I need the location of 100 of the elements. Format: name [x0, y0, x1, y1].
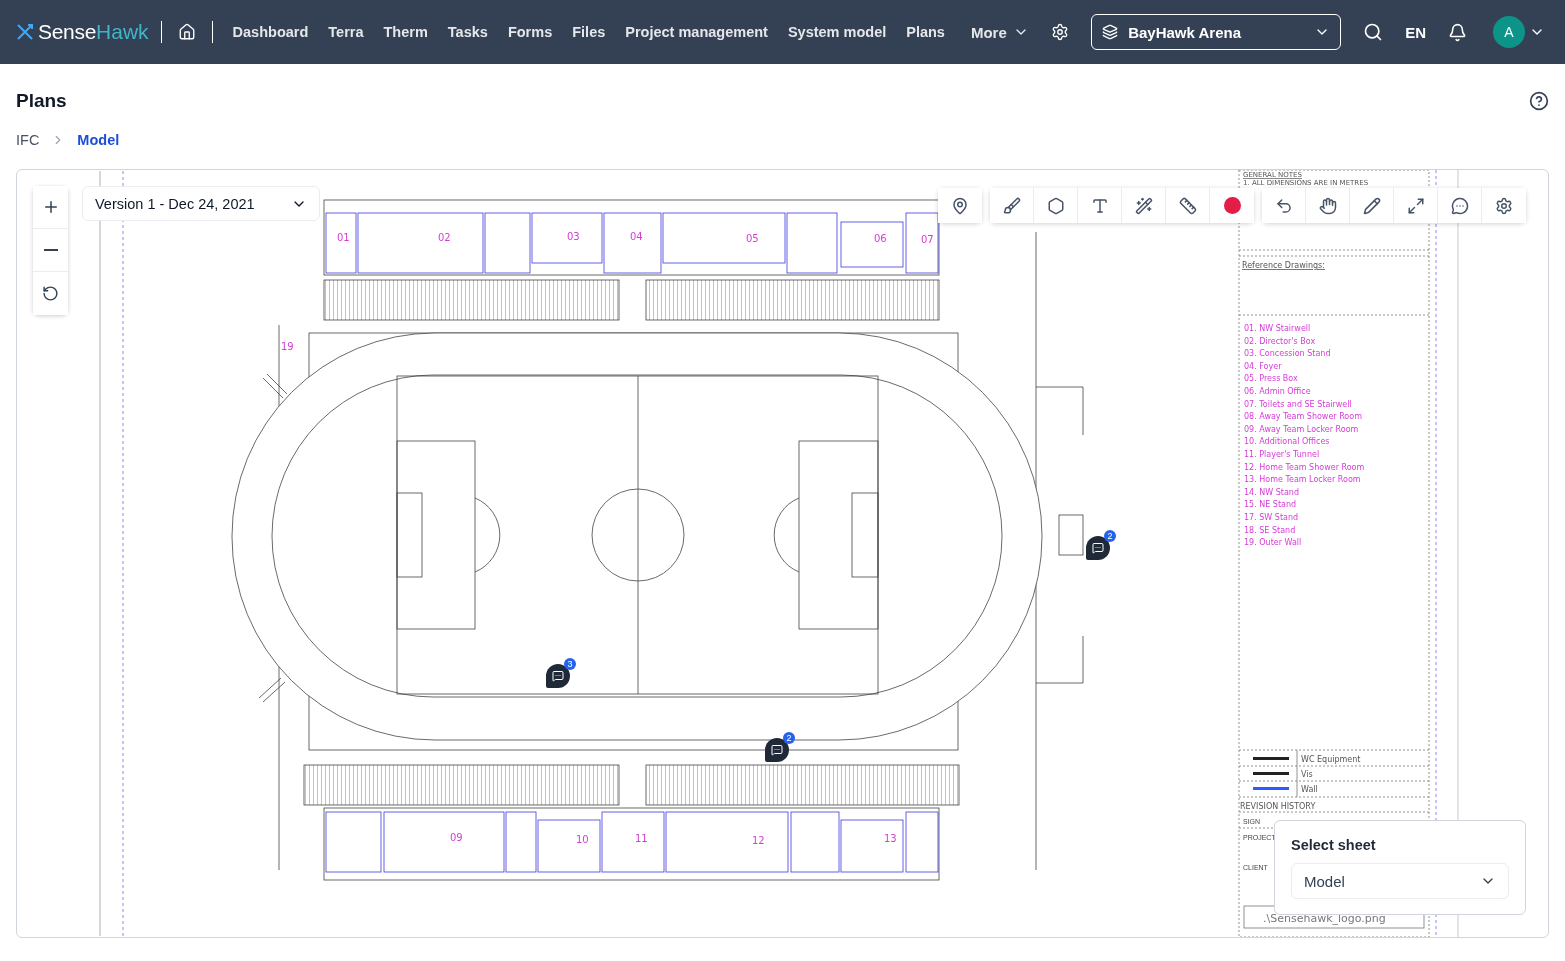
ruler-tool[interactable] [1166, 188, 1210, 223]
language-button[interactable]: EN [1405, 23, 1426, 41]
comment-count: 2 [1104, 530, 1116, 542]
legend-entry: 10. Additional Offices [1244, 437, 1330, 447]
nav-link[interactable]: Files [572, 24, 606, 40]
legend-entry: 19. Outer Wall [1244, 538, 1302, 548]
sheet-label: Select sheet [1291, 837, 1377, 853]
line-type-label: WC Equipment [1301, 755, 1361, 764]
legend-entry: 17. SW Stand [1244, 513, 1299, 522]
undo-icon [1274, 196, 1293, 215]
nav-link[interactable]: Therm [383, 24, 428, 40]
legend-entry: 09. Away Team Locker Room [1244, 424, 1359, 434]
reference-heading: Reference Drawings: [1242, 261, 1325, 270]
chat-icon [1092, 542, 1104, 554]
avatar: A [1493, 16, 1525, 48]
line-type-label: Wall [1301, 785, 1318, 794]
filled-circle-icon [1223, 197, 1241, 214]
legend-entry: 05. Press Box [1244, 374, 1298, 384]
chat-icon [552, 670, 564, 682]
minus-icon [43, 249, 58, 251]
nav-link[interactable]: Dashboard [232, 24, 309, 40]
nav-link[interactable]: Tasks [447, 24, 488, 40]
text-icon [1090, 196, 1109, 215]
location-pin-tool[interactable] [938, 188, 982, 223]
legend-entry: 12. Home Team Shower Room [1244, 462, 1365, 472]
sheet-dropdown[interactable]: Model [1291, 863, 1509, 899]
breadcrumb-link[interactable]: Model [77, 132, 120, 148]
room-number: 05 [746, 233, 759, 244]
room-number: 10 [576, 834, 589, 845]
legend-entry: 13. Home Team Locker Room [1244, 475, 1361, 485]
color-picker[interactable] [1210, 188, 1254, 223]
brush-tool[interactable] [990, 188, 1034, 223]
logo-text: SenseHawk [38, 20, 149, 44]
legend-entry: 14. NW Stand [1244, 487, 1299, 497]
settings-button[interactable] [1482, 188, 1526, 223]
account-menu-button[interactable]: A [1489, 12, 1549, 52]
pencil-icon [1362, 196, 1381, 215]
bell-icon [1448, 22, 1467, 42]
nav-link[interactable]: System model [787, 24, 887, 40]
logo-mark-icon [16, 23, 34, 41]
room-number: 03 [567, 231, 580, 242]
room-number: 19 [281, 341, 294, 352]
legend-entry: 15. NE Stand [1244, 500, 1297, 510]
undo-button[interactable] [1262, 188, 1306, 223]
legend-entry: 01. NW Stairwell [1244, 324, 1311, 333]
pencil-tool[interactable] [1350, 188, 1394, 223]
hexagon-tool[interactable] [1034, 188, 1078, 223]
text-tool[interactable] [1078, 188, 1122, 223]
room-number: 09 [450, 832, 463, 843]
room-number: 07 [921, 234, 934, 245]
expand-icon [1406, 196, 1425, 215]
chat-icon [1450, 196, 1469, 215]
hand-icon [1318, 196, 1337, 215]
more-menu-button[interactable]: More [964, 22, 1035, 42]
fullscreen-button[interactable] [1394, 188, 1438, 223]
logo-file-name: .\Sensehawk_logo.png [1263, 912, 1386, 925]
nav-link[interactable]: Terra [328, 24, 364, 40]
settings-icon [1051, 23, 1070, 41]
legend-entry: 04. Foyer [1244, 361, 1282, 371]
comment-pin[interactable] [1086, 536, 1110, 560]
legend-entry: 11. Player's Tunnel [1244, 450, 1320, 459]
project-selector[interactable]: BayHawk Arena [1091, 14, 1342, 50]
brush-icon [1002, 196, 1021, 215]
room-number: 11 [635, 833, 648, 844]
pan-tool[interactable] [1306, 188, 1350, 223]
search-icon [1363, 22, 1384, 42]
legend-entry: 07. Toilets and SE Stairwell [1244, 399, 1352, 409]
room-number: 04 [630, 231, 643, 242]
legend-entry: 06. Admin Office [1244, 387, 1311, 396]
rotate-icon [42, 285, 59, 302]
room-number: 01 [337, 232, 350, 243]
reset-view-button[interactable] [33, 272, 68, 315]
legend-entry: 02. Director's Box [1244, 336, 1316, 346]
magic-wand-icon [1134, 196, 1153, 215]
room-number: 12 [752, 835, 765, 846]
chat-icon [771, 744, 783, 756]
layers-icon [1102, 24, 1119, 40]
room-number: 06 [874, 233, 887, 244]
legend-entry: 08. Away Team Shower Room [1244, 412, 1362, 422]
line-type-label: Vis [1301, 770, 1313, 779]
map-pin-icon [951, 196, 969, 215]
page-title: Plans [16, 90, 67, 112]
home-icon [177, 23, 196, 41]
comment-tool[interactable] [1438, 188, 1482, 223]
comment-pin[interactable] [765, 738, 789, 762]
nav-link[interactable]: Project management [625, 24, 768, 40]
help-icon[interactable] [1529, 91, 1549, 111]
room-number: 13 [884, 833, 897, 844]
nav-link[interactable]: Plans [906, 24, 945, 40]
room-number: 02 [438, 232, 451, 243]
magic-wand-tool[interactable] [1122, 188, 1166, 223]
comment-pin[interactable] [546, 664, 570, 688]
nav-link[interactable]: Forms [507, 24, 553, 40]
settings-icon [1495, 196, 1513, 215]
legend-entry: 18. SE Stand [1244, 525, 1296, 535]
breadcrumb-link[interactable]: IFC [16, 132, 40, 148]
revision-heading: REVISION HISTORY [1240, 802, 1316, 811]
zoom-in-button[interactable] [33, 186, 68, 229]
legend-entry: 03. Concession Stand [1244, 349, 1331, 359]
version-dropdown[interactable]: Version 1 - Dec 24, 2021 [82, 186, 320, 221]
